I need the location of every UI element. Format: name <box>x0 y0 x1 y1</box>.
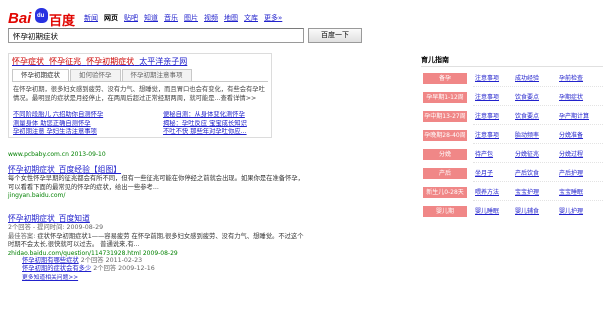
sidebar-title: 育儿指南 <box>421 56 449 64</box>
result-url: zhidao.baidu.com/question/114731928.html… <box>8 249 178 257</box>
tab-divider <box>12 81 268 82</box>
guide-link[interactable]: 分娩征兆 <box>515 149 539 160</box>
guide-link[interactable]: 婴儿护理 <box>559 206 583 217</box>
topic-card: 怀孕症状 怀孕征兆 怀孕初期症状 太平洋亲子网 怀孕初期症状 如何验怀孕 怀孕初… <box>8 53 272 138</box>
guide-link[interactable]: 注意事项 <box>475 111 499 122</box>
sub-question-link[interactable]: 怀孕初期有哪些症状 <box>22 257 79 264</box>
guide-row: 分娩 待产包 分娩征兆 分娩过程 <box>421 149 604 163</box>
topic-link[interactable]: 孕初期注意 孕妇生活注意事项 <box>13 128 153 137</box>
baidu-logo[interactable]: Bai du 百度 <box>8 7 76 29</box>
guide-link[interactable]: 饮食要点 <box>515 111 539 122</box>
guide-category[interactable]: 孕晚期28-40周 <box>423 130 467 141</box>
search-result: 怀孕初期症状_百度知道 2个回答 - 提问时间: 2009-08-29 最佳答案… <box>8 213 308 282</box>
guide-category[interactable]: 婴儿期 <box>423 206 467 217</box>
guide-category[interactable]: 产后 <box>423 168 467 179</box>
guide-category[interactable]: 孕早期1-12周 <box>423 92 467 103</box>
nav-wenku[interactable]: 文库 <box>244 13 258 23</box>
guide-link[interactable]: 喂养方法 <box>475 187 499 198</box>
guide-link[interactable]: 分娩过程 <box>559 149 583 160</box>
guide-link[interactable]: 饮食要点 <box>515 92 539 103</box>
sub-question-link[interactable]: 怀孕初期的症状会有多少 <box>22 265 91 272</box>
guide-link[interactable]: 婴儿辅食 <box>515 206 539 217</box>
paw-icon: du <box>35 8 48 23</box>
logo-text-bai: Bai <box>8 10 32 27</box>
guide-link[interactable]: 孕产期计算 <box>559 111 589 122</box>
guide-link[interactable]: 坐月子 <box>475 168 493 179</box>
result-url: jingyan.baidu.com/ <box>8 192 66 199</box>
guide-link[interactable]: 注意事项 <box>475 130 499 141</box>
topic-description: 在怀孕初期，很多妇女感到疲劳、没有力气、想睡觉，而且胃口也会有变化，有些会有孕吐… <box>13 86 265 102</box>
guide-category[interactable]: 新生儿0-28天 <box>423 187 467 198</box>
result-snippet: 最佳答案: 症状怀孕初期症状1——容易疲劳 在怀孕前期,很多妇女感到疲劳、没有力… <box>8 233 308 250</box>
guide-link[interactable]: 成功经验 <box>515 73 539 84</box>
guide-link[interactable]: 产后饮食 <box>515 168 539 179</box>
guide-category[interactable]: 孕中期13-27周 <box>423 111 467 122</box>
guide-category[interactable]: 备孕 <box>423 73 467 84</box>
topic-url: www.pcbaby.com.cn 2013-09-10 <box>8 151 106 158</box>
sub-question: 怀孕初期的症状会有多少 2个回答 2009-12-16 <box>22 265 308 274</box>
nav-web[interactable]: 网页 <box>104 13 118 23</box>
parenting-guide: 育儿指南 备孕 注意事项 成功经验 孕前检查 孕早期1-12周 注意事项 饮食要… <box>421 53 604 283</box>
guide-link[interactable]: 宝宝睡眠 <box>559 187 583 198</box>
guide-link[interactable]: 宝宝护理 <box>515 187 539 198</box>
guide-row: 产后 坐月子 产后饮食 产后护理 <box>421 168 604 182</box>
guide-row: 新生儿0-28天 喂养方法 宝宝护理 宝宝睡眠 <box>421 187 604 201</box>
guide-link[interactable]: 孕前检查 <box>559 73 583 84</box>
guide-link[interactable]: 分娩准备 <box>559 130 583 141</box>
search-input[interactable]: 怀孕初期症状 <box>8 28 304 43</box>
guide-row: 婴儿期 婴儿睡眠 婴儿辅食 婴儿护理 <box>421 206 604 217</box>
nav-map[interactable]: 地图 <box>224 13 238 23</box>
guide-link[interactable]: 注意事项 <box>475 73 499 84</box>
guide-link[interactable]: 产后护理 <box>559 168 583 179</box>
top-nav: 新闻 网页 贴吧 知道 音乐 图片 视频 地图 文库 更多» <box>84 13 282 23</box>
topic-title[interactable]: 怀孕症状 怀孕征兆 怀孕初期症状 太平洋亲子网 <box>12 56 187 67</box>
nav-music[interactable]: 音乐 <box>164 13 178 23</box>
sidebar-divider <box>421 66 603 67</box>
guide-link[interactable]: 孕期症状 <box>559 92 583 103</box>
nav-more[interactable]: 更多» <box>264 13 282 23</box>
search-button[interactable]: 百度一下 <box>308 28 362 43</box>
sub-question: 怀孕初期有哪些症状 2个回答 2011-02-23 <box>22 257 308 266</box>
more-questions-link[interactable]: 更多知道相关问题>> <box>22 274 308 283</box>
sub-question-meta: 2个回答 2011-02-23 <box>80 256 143 264</box>
result-title[interactable]: 怀孕初期症状_百度知道 <box>8 213 308 224</box>
topic-link[interactable]: 测量身体 助您正确自测怀孕 <box>13 120 153 129</box>
nav-tieba[interactable]: 贴吧 <box>124 13 138 23</box>
guide-link[interactable]: 注意事项 <box>475 92 499 103</box>
guide-row: 孕早期1-12周 注意事项 饮食要点 孕期症状 <box>421 92 604 106</box>
nav-zhidao[interactable]: 知道 <box>144 13 158 23</box>
nav-video[interactable]: 视频 <box>204 13 218 23</box>
result-title[interactable]: 怀孕初期症状_百度经验【组图】 <box>8 164 308 175</box>
topic-link[interactable]: 不同阶段胎儿 六招助你自测怀孕 <box>13 111 153 120</box>
guide-link[interactable]: 胎动频率 <box>515 130 539 141</box>
best-answer-label: 最佳答案: <box>8 232 36 240</box>
search-result: 怀孕初期症状_百度经验【组图】 每个女性怀孕早期的征兆都会有所不同，但有一些征兆… <box>8 164 308 199</box>
result-meta: 2个回答 - 提问时间: 2009-08-29 <box>8 224 104 231</box>
topic-link[interactable]: 不吐不快 那些年对孕吐你应... <box>163 128 273 137</box>
topic-link[interactable]: 揭秘：孕吐反应 宝宝成长知识 <box>163 120 273 129</box>
guide-link[interactable]: 婴儿睡眠 <box>475 206 499 217</box>
guide-category[interactable]: 分娩 <box>423 149 467 160</box>
sub-question-meta: 2个回答 2009-12-16 <box>93 265 155 272</box>
guide-row: 孕晚期28-40周 注意事项 胎动频率 分娩准备 <box>421 130 604 144</box>
logo-text-baidu: 百度 <box>49 13 76 28</box>
guide-row: 备孕 注意事项 成功经验 孕前检查 <box>421 73 604 87</box>
best-answer-text: 症状怀孕初期症状1——容易疲劳 在怀孕前期,很多妇女感到疲劳、没有力气、想睡觉。… <box>8 232 304 249</box>
guide-link[interactable]: 待产包 <box>475 149 493 160</box>
topic-link[interactable]: 便秘自测：从身体变化测怀孕 <box>163 111 273 120</box>
guide-row: 孕中期13-27周 注意事项 饮食要点 孕产期计算 <box>421 111 604 125</box>
result-snippet: 每个女性怀孕早期的征兆都会有所不同，但有一些征兆可能在你停经之前就会出现。如果你… <box>8 175 304 191</box>
nav-news[interactable]: 新闻 <box>84 13 98 23</box>
nav-images[interactable]: 图片 <box>184 13 198 23</box>
